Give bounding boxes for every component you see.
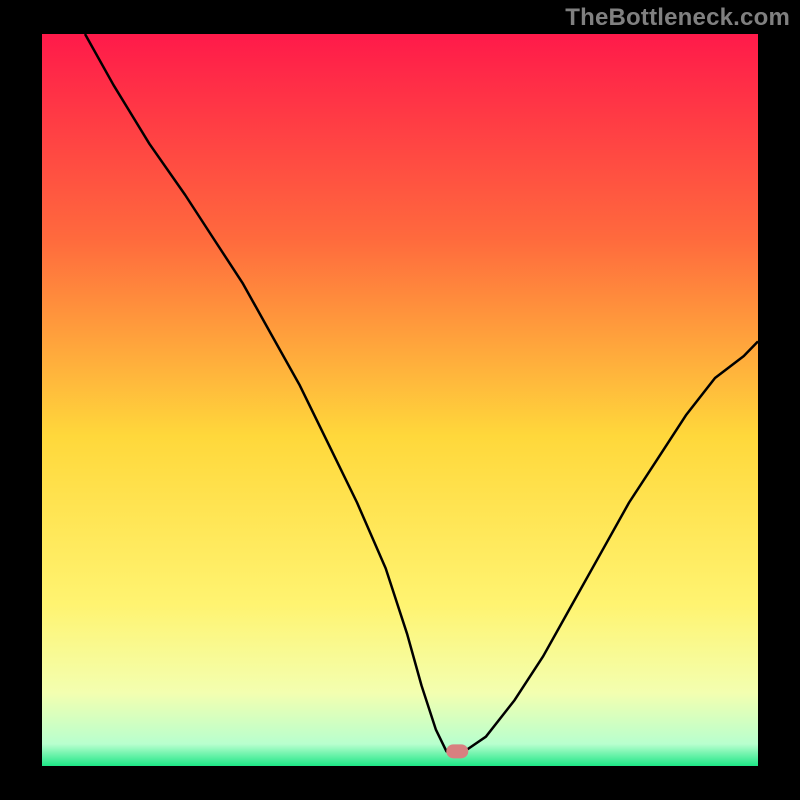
optimal-marker xyxy=(446,744,468,758)
frame-edge xyxy=(0,0,42,800)
bottleneck-chart: TheBottleneck.com xyxy=(0,0,800,800)
frame-edge xyxy=(758,0,800,800)
frame-edge xyxy=(0,766,800,800)
watermark-text: TheBottleneck.com xyxy=(565,4,790,32)
chart-svg xyxy=(0,0,800,800)
